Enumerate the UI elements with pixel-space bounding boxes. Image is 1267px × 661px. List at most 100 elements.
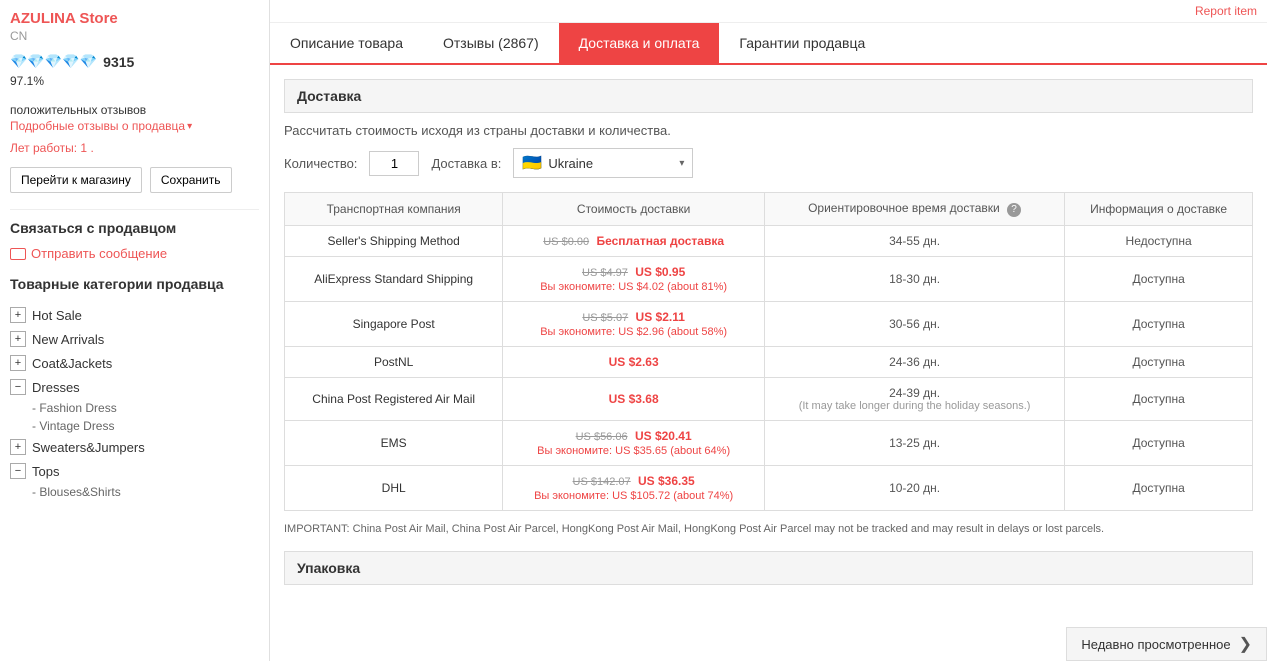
price-cell: US $5.07 US $2.11 Вы экономите: US $2.96… — [503, 301, 765, 346]
tab-reviews[interactable]: Отзывы (2867) — [423, 23, 559, 63]
col-cost: Стоимость доставки — [503, 193, 765, 226]
table-row: China Post Registered Air Mail US $3.68 … — [285, 377, 1253, 420]
sidebar-item-tops[interactable]: − Tops — [10, 459, 259, 483]
expand-icon: + — [10, 331, 26, 347]
sidebar-item-sweaters-jumpers[interactable]: + Sweaters&Jumpers — [10, 435, 259, 459]
price-old: US $0.00 — [543, 236, 589, 248]
report-bar: Report item — [270, 0, 1267, 23]
table-row: Seller's Shipping Method US $0.00 Беспла… — [285, 225, 1253, 256]
days-cell: 30-56 дн. — [764, 301, 1064, 346]
price-new: US $36.35 — [638, 474, 695, 488]
table-row: AliExpress Standard Shipping US $4.97 US… — [285, 256, 1253, 301]
sidebar-item-vintage-dress[interactable]: - Vintage Dress — [32, 417, 259, 435]
sidebar: AZULINA Store CN 💎💎💎💎💎 9315 97.1% положи… — [0, 0, 270, 661]
days-cell: 13-25 дн. — [764, 420, 1064, 465]
availability-cell: Доступна — [1065, 377, 1253, 420]
method-name: China Post Registered Air Mail — [285, 377, 503, 420]
reviews-link[interactable]: Подробные отзывы о продавца ▾ — [10, 119, 259, 133]
price-save: Вы экономите: US $4.02 (about 81%) — [540, 281, 727, 293]
price-old: US $5.07 — [582, 312, 628, 324]
qty-input[interactable] — [369, 151, 419, 176]
diamonds-icon: 💎💎💎💎💎 — [10, 53, 97, 70]
availability-cell: Недоступна — [1065, 225, 1253, 256]
recently-viewed-label: Недавно просмотренное — [1081, 637, 1230, 652]
price-cell: US $0.00 Бесплатная доставка — [503, 225, 765, 256]
method-name: EMS — [285, 420, 503, 465]
chevron-down-icon: ▾ — [679, 158, 684, 169]
chevron-right-icon: ❯ — [1239, 634, 1252, 654]
send-message-button[interactable]: Отправить сообщение — [10, 246, 259, 261]
tab-description[interactable]: Описание товара — [270, 23, 423, 63]
price-new: US $2.63 — [609, 355, 659, 369]
tab-guarantees[interactable]: Гарантии продавца — [719, 23, 885, 63]
availability-cell: Доступна — [1065, 346, 1253, 377]
col-time: Ориентировочное время доставки ? — [764, 193, 1064, 226]
shipping-table: Транспортная компания Стоимость доставки… — [284, 192, 1253, 511]
table-row: DHL US $142.07 US $36.35 Вы экономите: U… — [285, 465, 1253, 510]
visit-store-button[interactable]: Перейти к магазину — [10, 167, 142, 193]
important-note: IMPORTANT: China Post Air Mail, China Po… — [284, 521, 1253, 538]
report-item-link[interactable]: Report item — [1195, 4, 1257, 18]
price-new: US $20.41 — [635, 429, 692, 443]
flag-icon: 🇺🇦 — [522, 153, 542, 173]
recently-viewed-bar[interactable]: Недавно просмотренное ❯ — [1066, 627, 1267, 661]
method-name: PostNL — [285, 346, 503, 377]
price-old: US $4.97 — [582, 267, 628, 279]
help-icon[interactable]: ? — [1007, 203, 1021, 217]
price-save: Вы экономите: US $105.72 (about 74%) — [534, 490, 733, 502]
tab-delivery[interactable]: Доставка и оплата — [559, 23, 720, 63]
dresses-submenu: - Fashion Dress - Vintage Dress — [10, 399, 259, 435]
availability-cell: Доступна — [1065, 256, 1253, 301]
email-icon — [10, 248, 26, 260]
sidebar-item-fashion-dress[interactable]: - Fashion Dress — [32, 399, 259, 417]
sidebar-item-hot-sale[interactable]: + Hot Sale — [10, 303, 259, 327]
price-cell: US $3.68 — [503, 377, 765, 420]
price-cell: US $142.07 US $36.35 Вы экономите: US $1… — [503, 465, 765, 510]
table-row: EMS US $56.06 US $20.41 Вы экономите: US… — [285, 420, 1253, 465]
store-actions: Перейти к магазину Сохранить — [10, 167, 259, 193]
expand-icon: + — [10, 439, 26, 455]
save-store-button[interactable]: Сохранить — [150, 167, 232, 193]
days-cell: 34-55 дн. — [764, 225, 1064, 256]
delivery-content: Доставка Рассчитать стоимость исходя из … — [270, 65, 1267, 661]
cat-label: Dresses — [32, 380, 80, 395]
price-old: US $56.06 — [576, 431, 628, 443]
price-new: US $3.68 — [609, 392, 659, 406]
price-new: US $0.95 — [635, 265, 685, 279]
delivery-section-header: Доставка — [284, 79, 1253, 113]
cat-label: Hot Sale — [32, 308, 82, 323]
expand-icon: + — [10, 307, 26, 323]
category-list: + Hot Sale + New Arrivals + Coat&Jackets… — [10, 303, 259, 501]
rating-row: 💎💎💎💎💎 9315 — [10, 53, 259, 70]
price-save: Вы экономите: US $2.96 (about 58%) — [540, 326, 727, 338]
qty-row: Количество: Доставка в: 🇺🇦 Ukraine ▾ — [284, 148, 1253, 178]
expand-icon: + — [10, 355, 26, 371]
main-content: Report item Описание товара Отзывы (2867… — [270, 0, 1267, 661]
tab-bar: Описание товара Отзывы (2867) Доставка и… — [270, 23, 1267, 65]
availability-cell: Доступна — [1065, 301, 1253, 346]
table-row: PostNL US $2.63 24-36 дн. Доступна — [285, 346, 1253, 377]
country-name: Ukraine — [548, 156, 673, 171]
price-new: US $2.11 — [636, 310, 685, 324]
dest-label: Доставка в: — [431, 156, 501, 171]
days-cell: 24-39 дн. (It may take longer during the… — [764, 377, 1064, 420]
holiday-note: (It may take longer during the holiday s… — [775, 400, 1054, 412]
price-save: Вы экономите: US $35.65 (about 64%) — [537, 445, 730, 457]
availability-cell: Доступна — [1065, 420, 1253, 465]
price-cell: US $56.06 US $20.41 Вы экономите: US $35… — [503, 420, 765, 465]
sidebar-item-new-arrivals[interactable]: + New Arrivals — [10, 327, 259, 351]
country-select[interactable]: 🇺🇦 Ukraine ▾ — [513, 148, 693, 178]
categories-title: Товарные категории продавца — [10, 275, 259, 293]
days-cell: 18-30 дн. — [764, 256, 1064, 301]
collapse-icon: − — [10, 379, 26, 395]
sidebar-item-dresses[interactable]: − Dresses — [10, 375, 259, 399]
sidebar-item-blouses-shirts[interactable]: - Blouses&Shirts — [32, 483, 259, 501]
price-old: US $142.07 — [573, 476, 631, 488]
price-free: Бесплатная доставка — [596, 234, 724, 248]
table-row: Singapore Post US $5.07 US $2.11 Вы экон… — [285, 301, 1253, 346]
price-cell: US $4.97 US $0.95 Вы экономите: US $4.02… — [503, 256, 765, 301]
calc-description: Рассчитать стоимость исходя из страны до… — [284, 123, 1253, 138]
cat-label: Coat&Jackets — [32, 356, 112, 371]
sidebar-item-coat-jackets[interactable]: + Coat&Jackets — [10, 351, 259, 375]
cat-label: New Arrivals — [32, 332, 104, 347]
